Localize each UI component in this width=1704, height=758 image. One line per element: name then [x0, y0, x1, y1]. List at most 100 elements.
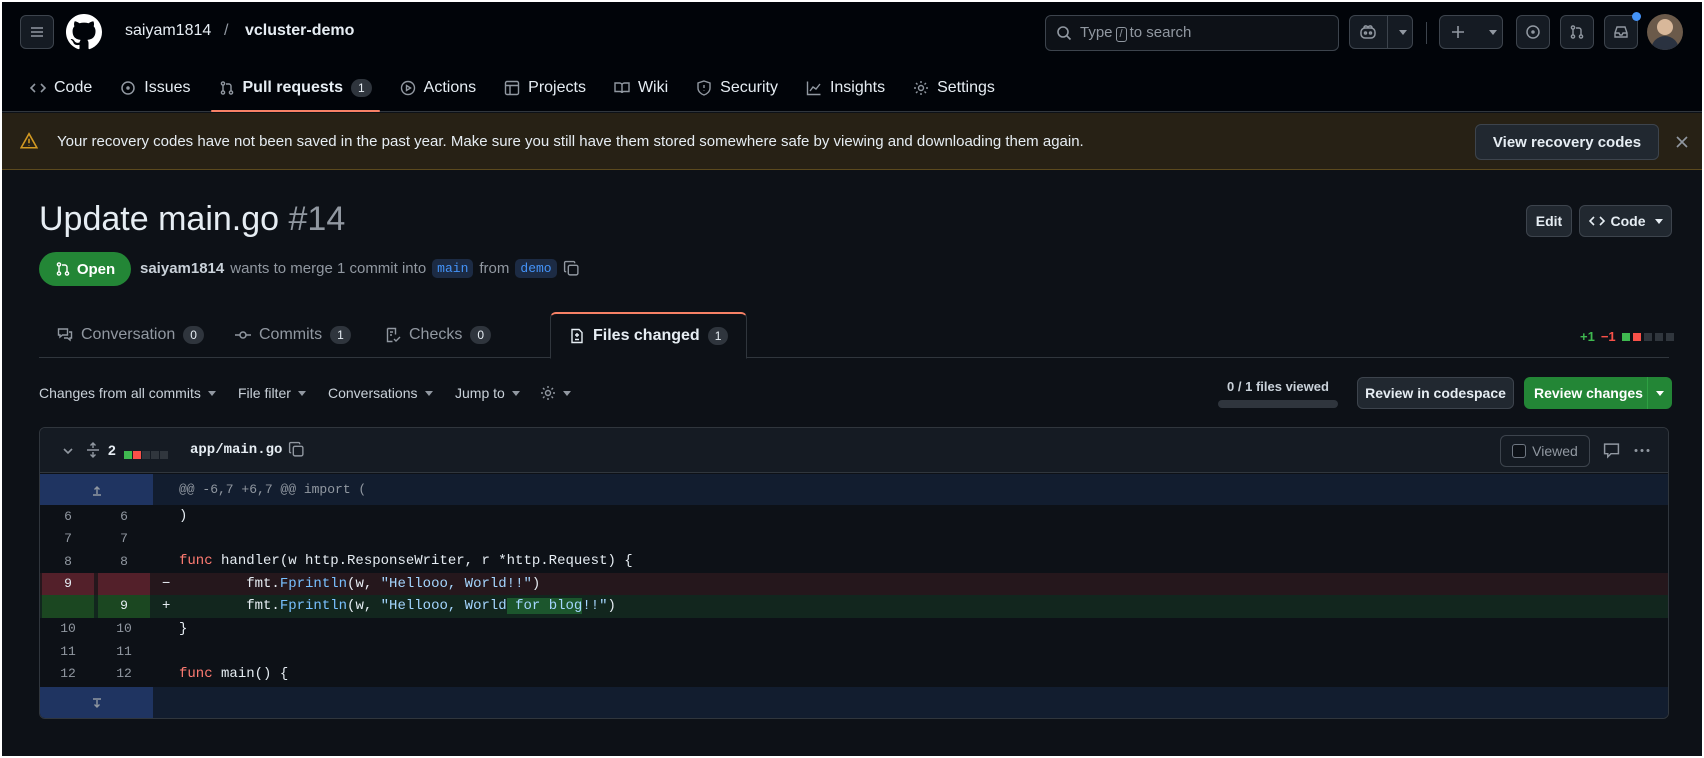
gear-icon: [914, 81, 929, 95]
old-line-number[interactable]: 7: [42, 531, 94, 546]
tab-checks[interactable]: Checks 0: [367, 312, 509, 358]
tab-conversation[interactable]: Conversation 0: [39, 312, 222, 358]
diff-line: 7 7: [40, 528, 1668, 551]
copilot-button[interactable]: [1349, 15, 1413, 49]
create-new-button[interactable]: [1439, 15, 1503, 49]
new-line-number[interactable]: 8: [98, 554, 150, 569]
nav-issues[interactable]: Issues: [120, 64, 191, 112]
comment-icon[interactable]: [1603, 442, 1620, 459]
head-branch[interactable]: demo: [515, 259, 557, 278]
nav-settings[interactable]: Settings: [913, 64, 995, 112]
chevron-down-icon: [1489, 30, 1497, 35]
breadcrumb-owner[interactable]: saiyam1814: [125, 22, 211, 40]
new-line-number[interactable]: 12: [98, 666, 150, 681]
repo-nav: Code Issues Pull requests 1 Actions Proj…: [30, 64, 1023, 112]
pr-meta: saiyam1814 wants to merge 1 commit into …: [140, 259, 580, 278]
old-line-number[interactable]: 6: [42, 509, 94, 524]
file-change-count: 2: [108, 442, 116, 458]
tab-commits-label: Commits: [259, 326, 323, 343]
old-line-number-empty: [42, 595, 94, 618]
new-line-number[interactable]: 10: [98, 621, 150, 636]
pr-author-link[interactable]: saiyam1814: [140, 260, 224, 277]
chevron-down-icon: [1656, 391, 1664, 396]
chevron-down-icon: [297, 390, 306, 396]
pr-state-label: Open: [76, 260, 116, 278]
old-line-number[interactable]: 10: [42, 621, 94, 636]
old-line-number[interactable]: 12: [42, 666, 94, 681]
nav-pull-requests[interactable]: Pull requests 1: [210, 64, 380, 112]
new-line-number[interactable]: 11: [98, 644, 150, 659]
hamburger-menu-button[interactable]: [20, 15, 54, 49]
expand-up-button[interactable]: [40, 474, 153, 505]
git-pull-request-icon: [1570, 25, 1584, 39]
close-icon[interactable]: [1675, 135, 1689, 149]
code-icon: [30, 83, 46, 93]
avatar[interactable]: [1647, 14, 1683, 50]
diff-settings-dropdown[interactable]: [540, 385, 571, 401]
jump-to-label: Jump to: [455, 385, 505, 401]
pr-from-text: from: [479, 260, 510, 277]
file-filter-label: File filter: [238, 385, 291, 401]
breadcrumb-repo[interactable]: vcluster-demo: [245, 22, 354, 40]
copy-icon[interactable]: [563, 260, 580, 277]
conversations-dropdown[interactable]: Conversations: [328, 385, 433, 401]
code-pre: fmt.: [179, 598, 280, 615]
file-path[interactable]: app/main.go: [190, 442, 282, 458]
kebab-horizontal-icon[interactable]: [1632, 442, 1652, 459]
edit-button[interactable]: Edit: [1526, 205, 1572, 237]
review-changes-button[interactable]: Review changes: [1524, 377, 1672, 409]
review-changes-label: Review changes: [1534, 385, 1643, 401]
hunk-header-text: @@ -6,7 +6,7 @@ import (: [179, 482, 367, 497]
search-input[interactable]: Type / to search: [1045, 15, 1339, 51]
issue-opened-icon: [1526, 25, 1540, 39]
pull-requests-button[interactable]: [1560, 15, 1594, 49]
code-text: fmt.Fprintln(w, "Hellooo, World for blog…: [179, 598, 616, 615]
view-recovery-codes-button[interactable]: View recovery codes: [1475, 124, 1659, 160]
pr-state-badge: Open: [39, 252, 131, 286]
tab-commits[interactable]: Commits 1: [217, 312, 369, 358]
base-branch[interactable]: main: [432, 259, 474, 278]
old-line-number[interactable]: 8: [42, 554, 94, 569]
tab-files-changed[interactable]: Files changed 1: [550, 312, 748, 359]
chevron-down-icon[interactable]: [61, 444, 75, 458]
jump-to-dropdown[interactable]: Jump to: [455, 385, 520, 401]
inbox-button[interactable]: [1604, 12, 1641, 49]
tab-files-changed-label: Files changed: [593, 327, 700, 344]
nav-actions[interactable]: Actions: [400, 64, 476, 112]
nav-security[interactable]: Security: [696, 64, 778, 112]
viewed-checkbox[interactable]: [1512, 444, 1527, 458]
code-text: }: [179, 620, 188, 637]
nav-wiki[interactable]: Wiki: [614, 64, 668, 112]
search-shortcut-key: /: [1115, 27, 1127, 42]
unfold-icon[interactable]: [85, 442, 101, 458]
old-line-number[interactable]: 9: [42, 572, 94, 595]
nav-projects-label: Projects: [528, 79, 586, 96]
copy-icon[interactable]: [288, 441, 305, 458]
expand-down-button[interactable]: [40, 687, 153, 718]
nav-insights[interactable]: Insights: [806, 64, 885, 112]
app-frame: saiyam1814 / vcluster-demo Type / to searc…: [2, 2, 1702, 756]
chevron-down-icon: [563, 390, 571, 396]
new-line-number[interactable]: 7: [98, 531, 150, 546]
nav-projects[interactable]: Projects: [504, 64, 586, 112]
old-line-number[interactable]: 11: [42, 644, 94, 659]
code-text: func main() {: [179, 666, 288, 682]
diff-sign: −: [162, 575, 171, 592]
issues-button[interactable]: [1516, 15, 1550, 49]
conversations-label: Conversations: [328, 385, 418, 401]
plus-icon: [1452, 26, 1464, 38]
files-viewed-progress: [1218, 400, 1338, 408]
changes-from-dropdown[interactable]: Changes from all commits: [39, 385, 216, 401]
code-dropdown-button[interactable]: Code: [1579, 205, 1672, 237]
pr-title-text: Update main.go: [39, 200, 280, 238]
nav-settings-label: Settings: [937, 79, 995, 96]
nav-code[interactable]: Code: [30, 64, 92, 112]
github-logo-icon[interactable]: [66, 14, 102, 50]
new-line-number[interactable]: 9: [98, 595, 150, 618]
graph-icon: [806, 81, 821, 96]
viewed-checkbox-button[interactable]: Viewed: [1500, 435, 1590, 467]
code-pre: fmt.: [179, 575, 280, 592]
new-line-number[interactable]: 6: [98, 509, 150, 524]
file-filter-dropdown[interactable]: File filter: [238, 385, 306, 401]
review-in-codespace-button[interactable]: Review in codespace: [1357, 377, 1514, 409]
